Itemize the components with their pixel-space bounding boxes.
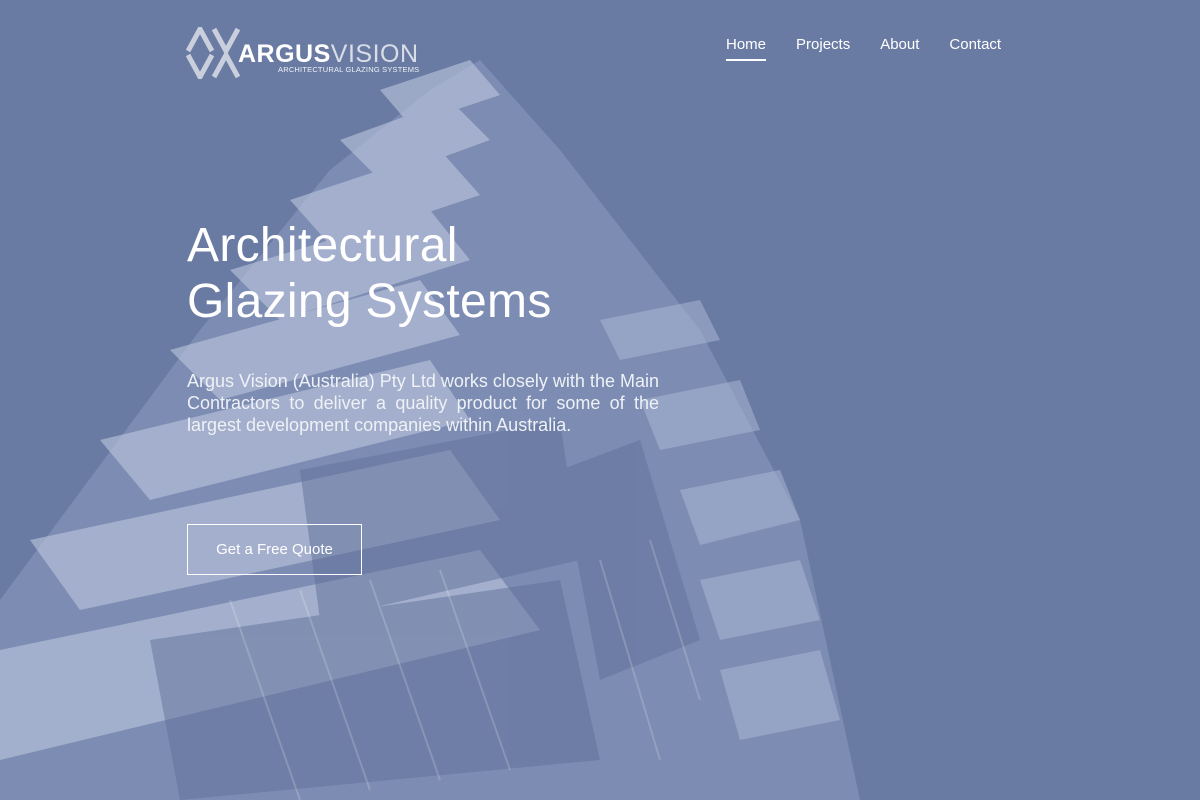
hero-title-line-2: Glazing Systems [187,275,552,328]
nav-link-about[interactable]: About [880,36,919,61]
nav-link-contact[interactable]: Contact [949,36,1001,61]
logo-mark-icon [186,27,241,79]
logo-name-light: VISION [330,40,419,68]
get-free-quote-button[interactable]: Get a Free Quote [187,524,362,575]
main-navigation: Home Projects About Contact [726,36,1001,61]
logo-tagline: ARCHITECTURAL GLAZING SYSTEMS [278,65,420,74]
nav-link-home[interactable]: Home [726,36,767,61]
logo-wordmark: ARGUSVISION [238,41,419,67]
logo-name-bold: ARGUS [238,40,331,68]
nav-link-projects[interactable]: Projects [796,36,850,61]
brand-logo[interactable]: ARGUSVISION ARCHITECTURAL GLAZING SYSTEM… [186,27,426,79]
hero-title: Architectural Glazing Systems [187,218,552,330]
hero-title-line-1: Architectural [187,219,458,272]
hero-description: Argus Vision (Australia) Pty Ltd works c… [187,371,659,435]
